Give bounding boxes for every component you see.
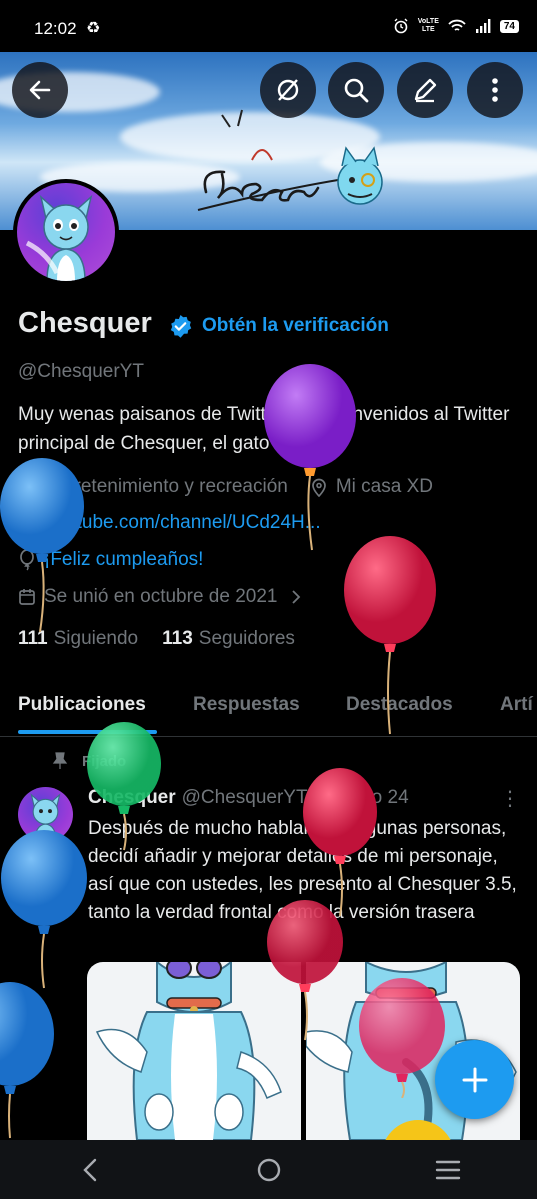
profile-tabs: Publicaciones Respuestas Destacados Artí (0, 680, 537, 737)
recents-icon (435, 1160, 460, 1179)
banner-signature-logo (197, 109, 383, 211)
profile-birthday[interactable]: ¡Feliz cumpleaños! (44, 549, 203, 571)
profile-birthday-row: ¡Feliz cumpleaños! (18, 549, 203, 571)
verified-badge-icon[interactable] (168, 314, 193, 339)
chevron-left-icon (82, 1158, 96, 1181)
location-pin-icon (311, 478, 326, 497)
profile-joined-date: Se unió en octubre de 2021 (44, 586, 278, 607)
compose-post-button[interactable] (435, 1040, 514, 1119)
post-more-button[interactable]: ⋮ (500, 786, 520, 811)
search-icon (344, 78, 369, 103)
profile-meta-row: Entretenimiento y recreación Mi casa XD (18, 476, 433, 498)
home-circle-icon (257, 1158, 280, 1181)
followers-stat[interactable]: 113 Seguidores (162, 628, 295, 650)
calendar-icon (19, 589, 35, 605)
blue-balloon-3 (0, 982, 54, 1139)
post-author-name[interactable]: Chesquer (88, 787, 176, 808)
edit-profile-button[interactable] (397, 62, 453, 118)
profile-location: Mi casa XD (335, 476, 433, 497)
profile-stats: 111 Siguiendo 113 Seguidores (18, 628, 295, 650)
status-icons: VoLTE LTE 74 (393, 18, 519, 34)
sync-icon: ♻ (86, 20, 101, 37)
battery-indicator: 74 (499, 19, 519, 33)
pin-icon (52, 752, 68, 769)
link-icon (20, 516, 36, 530)
chevron-right-icon (292, 590, 301, 604)
post-text: Después de mucho hablar con algunas pers… (88, 818, 517, 923)
system-recents-button[interactable] (408, 1145, 488, 1195)
more-vertical-icon (492, 78, 498, 102)
profile-website-link[interactable]: youtube.com/channel/UCd24H... (46, 512, 321, 534)
pinned-label: Fijado (82, 752, 127, 770)
post-image-front[interactable] (87, 962, 301, 1140)
post-header: Chesquer @ChesquerYT · 03 ago 24 (88, 787, 409, 808)
status-bar: 12:02 ♻ VoLTE LTE 74 (0, 0, 537, 52)
profile-avatar[interactable] (13, 179, 119, 285)
profile-bio: Muy wenas paisanos de Twitter o X, bienv… (18, 404, 510, 454)
signal-icon (475, 19, 491, 33)
tab-highlights[interactable]: Destacados (346, 694, 453, 716)
profile-website-row: youtube.com/channel/UCd24H... (18, 512, 321, 534)
back-arrow-icon (29, 80, 51, 100)
balloon-icon (20, 549, 34, 571)
alarm-icon (394, 18, 408, 34)
post-author-avatar[interactable] (18, 787, 73, 842)
tab-posts[interactable]: Publicaciones (18, 694, 146, 716)
post-author-handle[interactable]: @ChesquerYT (182, 787, 308, 808)
tab-articles[interactable]: Artí (500, 694, 533, 716)
wifi-icon (448, 19, 466, 31)
post-date[interactable]: 03 ago 24 (324, 787, 409, 808)
active-tab-indicator (18, 730, 157, 734)
get-verified-link[interactable]: Obtén la verificación (202, 315, 389, 337)
following-stat[interactable]: 111 Siguiendo (18, 628, 138, 650)
grok-icon (277, 79, 299, 101)
system-home-button[interactable] (229, 1145, 309, 1195)
back-button[interactable] (12, 62, 68, 118)
briefcase-icon (19, 480, 37, 495)
status-time: 12:02 (34, 19, 77, 38)
blue-balloon-2 (1, 830, 87, 989)
system-navigation-bar (0, 1140, 537, 1199)
tab-replies[interactable]: Respuestas (193, 694, 300, 716)
volte-indicator: VoLTE LTE (417, 18, 439, 33)
edit-icon (414, 78, 437, 103)
search-button[interactable] (328, 62, 384, 118)
profile-joined-row[interactable]: Se unió en octubre de 2021 (18, 586, 301, 608)
plus-icon (462, 1067, 487, 1092)
character-front-image (95, 962, 282, 1140)
post-avatar-image (30, 793, 61, 842)
avatar-character-image (25, 194, 93, 281)
profile-category: Entretenimiento y recreación (46, 476, 288, 497)
system-back-button[interactable] (50, 1145, 130, 1195)
grok-button[interactable] (260, 62, 316, 118)
profile-handle: @ChesquerYT (18, 361, 144, 382)
more-options-button[interactable] (467, 62, 523, 118)
pinned-indicator: Fijado (52, 752, 126, 770)
profile-name: Chesquer (18, 307, 152, 339)
